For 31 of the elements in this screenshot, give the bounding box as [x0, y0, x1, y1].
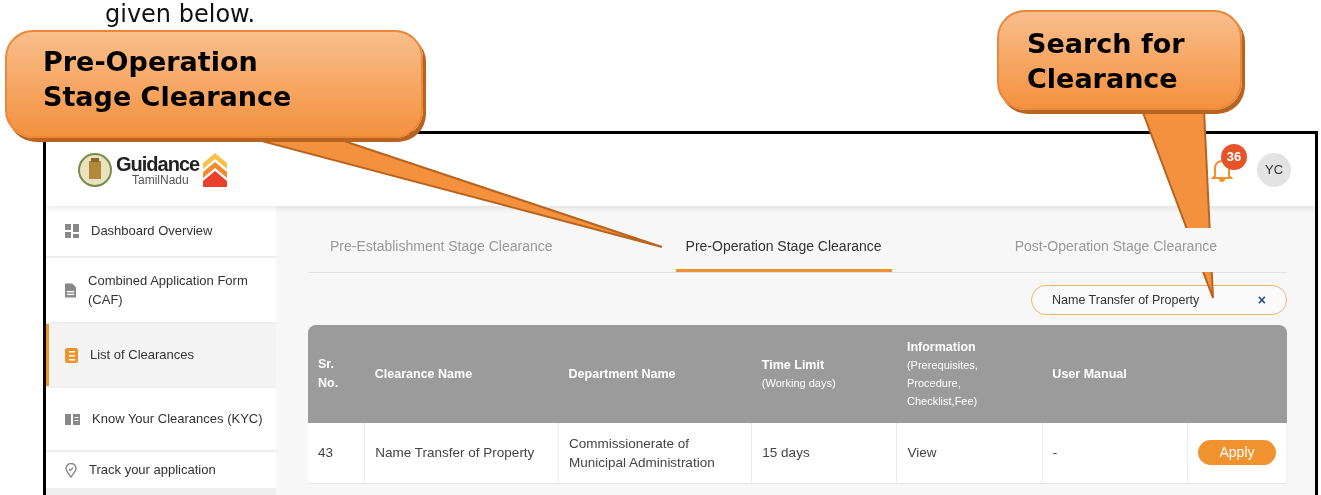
- avatar[interactable]: YC: [1257, 153, 1291, 187]
- column-header: Time Limit (Working days): [751, 325, 897, 423]
- sidebar-item[interactable]: List of Clearances: [46, 324, 276, 386]
- column-header: User Manual: [1042, 325, 1188, 423]
- dashboard-icon: [65, 224, 79, 238]
- book-icon: [65, 413, 80, 425]
- table-cell: 15 days: [751, 423, 897, 483]
- logo-title: Guidance: [116, 154, 200, 174]
- location-pin-icon: [65, 462, 77, 478]
- column-header: Sr. No.: [308, 325, 365, 423]
- search-field[interactable]: Name Transfer of Property ×: [1031, 285, 1287, 315]
- document-text: given below.: [105, 0, 256, 28]
- sidebar-item[interactable]: Track your application: [46, 452, 276, 488]
- notification-count: 36: [1221, 143, 1247, 170]
- table-cell: View: [896, 423, 1043, 483]
- table-cell: 43: [308, 423, 365, 483]
- logo-chevrons-icon: [203, 153, 228, 187]
- table-cell: -: [1042, 423, 1188, 483]
- sidebar-item[interactable]: Dashboard Overview: [46, 206, 276, 256]
- column-header: Department Name: [558, 325, 752, 423]
- column-header: Clearance Name: [364, 325, 559, 423]
- sidebar-item[interactable]: Combined Application Form (CAF): [46, 258, 276, 322]
- table-cell: Name Transfer of Property: [364, 423, 559, 483]
- logo-subtitle: TamilNadu: [132, 174, 190, 186]
- column-header: Information (Prerequisites, Procedure, Checklist,Fee): [896, 325, 1043, 423]
- sidebar-item[interactable]: Know Your Clearances (KYC): [46, 388, 276, 450]
- emblem-icon: [78, 153, 112, 187]
- table-cell: Commissionerate of Municipal Administration: [558, 423, 752, 483]
- document-icon: [65, 282, 77, 298]
- list-icon: [65, 347, 78, 363]
- clear-button[interactable]: ×: [1257, 289, 1266, 311]
